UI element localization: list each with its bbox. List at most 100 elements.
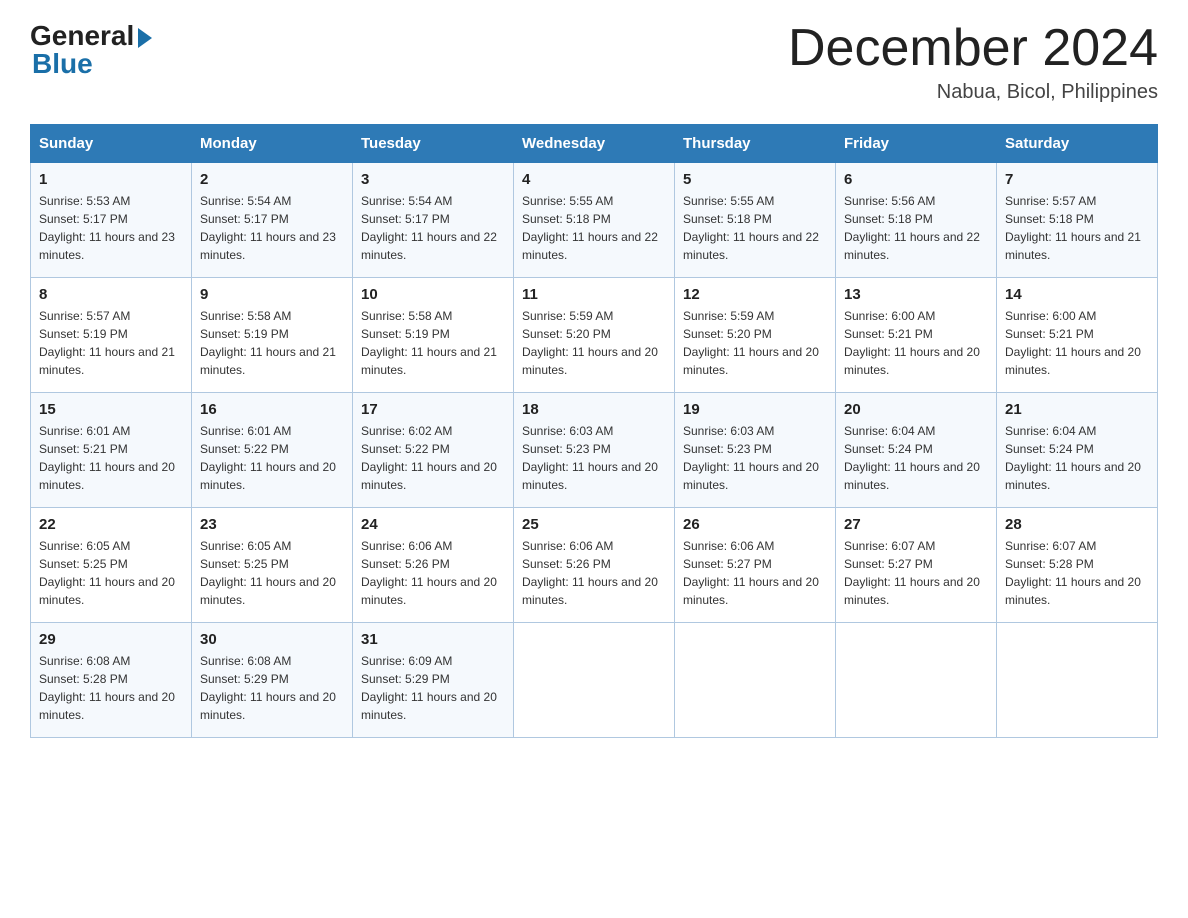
day-info: Sunrise: 6:00 AMSunset: 5:21 PMDaylight:… — [1005, 307, 1149, 379]
day-header-tuesday: Tuesday — [353, 125, 514, 163]
day-cell: 6Sunrise: 5:56 AMSunset: 5:18 PMDaylight… — [836, 163, 997, 278]
day-number: 7 — [1005, 171, 1149, 188]
day-cell: 9 Sunrise: 5:58 AMSunset: 5:19 PMDaylight… — [192, 278, 353, 393]
day-cell: 28 Sunrise: 6:07 AMSunset: 5:28 PMDayligh… — [997, 508, 1158, 623]
location-title: Nabua, Bicol, Philippines — [788, 81, 1158, 104]
day-info: Sunrise: 6:06 AMSunset: 5:27 PMDaylight:… — [683, 537, 827, 609]
day-cell: 30 Sunrise: 6:08 AMSunset: 5:29 PMDayligh… — [192, 623, 353, 738]
day-number: 5 — [683, 171, 827, 188]
day-number: 16 — [200, 401, 344, 418]
day-cell — [997, 623, 1158, 738]
day-cell: 15 Sunrise: 6:01 AMSunset: 5:21 PMDayligh… — [31, 393, 192, 508]
day-number: 28 — [1005, 516, 1149, 533]
day-number: 13 — [844, 286, 988, 303]
day-info: Sunrise: 6:07 AMSunset: 5:27 PMDaylight:… — [844, 537, 988, 609]
day-info: Sunrise: 6:03 AMSunset: 5:23 PMDaylight:… — [683, 422, 827, 494]
day-cell — [836, 623, 997, 738]
day-cell: 12 Sunrise: 5:59 AMSunset: 5:20 PMDayligh… — [675, 278, 836, 393]
logo: General Blue — [30, 20, 152, 80]
day-info: Sunrise: 5:58 AMSunset: 5:19 PMDaylight:… — [200, 307, 344, 379]
day-number: 29 — [39, 631, 183, 648]
day-header-wednesday: Wednesday — [514, 125, 675, 163]
day-cell: 27 Sunrise: 6:07 AMSunset: 5:27 PMDayligh… — [836, 508, 997, 623]
day-cell: 17 Sunrise: 6:02 AMSunset: 5:22 PMDayligh… — [353, 393, 514, 508]
day-cell: 18Sunrise: 6:03 AMSunset: 5:23 PMDayligh… — [514, 393, 675, 508]
day-cell: 16Sunrise: 6:01 AMSunset: 5:22 PMDayligh… — [192, 393, 353, 508]
day-cell: 21 Sunrise: 6:04 AMSunset: 5:24 PMDayligh… — [997, 393, 1158, 508]
day-cell: 26Sunrise: 6:06 AMSunset: 5:27 PMDayligh… — [675, 508, 836, 623]
logo-blue-text: Blue — [30, 48, 93, 80]
day-number: 27 — [844, 516, 988, 533]
day-info: Sunrise: 6:02 AMSunset: 5:22 PMDaylight:… — [361, 422, 505, 494]
day-info: Sunrise: 5:56 AMSunset: 5:18 PMDaylight:… — [844, 192, 988, 264]
day-number: 21 — [1005, 401, 1149, 418]
day-info: Sunrise: 5:59 AMSunset: 5:20 PMDaylight:… — [683, 307, 827, 379]
week-row-3: 15 Sunrise: 6:01 AMSunset: 5:21 PMDayligh… — [31, 393, 1158, 508]
day-cell: 20Sunrise: 6:04 AMSunset: 5:24 PMDayligh… — [836, 393, 997, 508]
week-row-5: 29Sunrise: 6:08 AMSunset: 5:28 PMDayligh… — [31, 623, 1158, 738]
day-number: 23 — [200, 516, 344, 533]
day-number: 15 — [39, 401, 183, 418]
day-cell: 24 Sunrise: 6:06 AMSunset: 5:26 PMDayligh… — [353, 508, 514, 623]
day-number: 8 — [39, 286, 183, 303]
day-number: 3 — [361, 171, 505, 188]
day-number: 4 — [522, 171, 666, 188]
day-info: Sunrise: 6:00 AMSunset: 5:21 PMDaylight:… — [844, 307, 988, 379]
day-info: Sunrise: 5:55 AMSunset: 5:18 PMDaylight:… — [683, 192, 827, 264]
day-info: Sunrise: 5:55 AMSunset: 5:18 PMDaylight:… — [522, 192, 666, 264]
days-header-row: SundayMondayTuesdayWednesdayThursdayFrid… — [31, 125, 1158, 163]
day-cell: 7 Sunrise: 5:57 AMSunset: 5:18 PMDaylight… — [997, 163, 1158, 278]
month-title: December 2024 — [788, 20, 1158, 77]
day-cell: 19 Sunrise: 6:03 AMSunset: 5:23 PMDayligh… — [675, 393, 836, 508]
day-info: Sunrise: 5:58 AMSunset: 5:19 PMDaylight:… — [361, 307, 505, 379]
day-cell: 4 Sunrise: 5:55 AMSunset: 5:18 PMDaylight… — [514, 163, 675, 278]
day-cell: 11 Sunrise: 5:59 AMSunset: 5:20 PMDayligh… — [514, 278, 675, 393]
calendar-table: SundayMondayTuesdayWednesdayThursdayFrid… — [30, 124, 1158, 738]
day-info: Sunrise: 5:57 AMSunset: 5:18 PMDaylight:… — [1005, 192, 1149, 264]
day-number: 24 — [361, 516, 505, 533]
day-info: Sunrise: 6:08 AMSunset: 5:29 PMDaylight:… — [200, 652, 344, 724]
day-number: 1 — [39, 171, 183, 188]
day-cell: 29Sunrise: 6:08 AMSunset: 5:28 PMDayligh… — [31, 623, 192, 738]
day-cell — [514, 623, 675, 738]
day-number: 17 — [361, 401, 505, 418]
day-header-saturday: Saturday — [997, 125, 1158, 163]
day-cell: 2Sunrise: 5:54 AMSunset: 5:17 PMDaylight… — [192, 163, 353, 278]
day-info: Sunrise: 6:04 AMSunset: 5:24 PMDaylight:… — [1005, 422, 1149, 494]
day-cell: 8 Sunrise: 5:57 AMSunset: 5:19 PMDaylight… — [31, 278, 192, 393]
day-number: 9 — [200, 286, 344, 303]
day-cell: 25Sunrise: 6:06 AMSunset: 5:26 PMDayligh… — [514, 508, 675, 623]
week-row-4: 22Sunrise: 6:05 AMSunset: 5:25 PMDayligh… — [31, 508, 1158, 623]
day-info: Sunrise: 5:57 AMSunset: 5:19 PMDaylight:… — [39, 307, 183, 379]
day-cell: 14 Sunrise: 6:00 AMSunset: 5:21 PMDayligh… — [997, 278, 1158, 393]
day-info: Sunrise: 6:09 AMSunset: 5:29 PMDaylight:… — [361, 652, 505, 724]
day-number: 30 — [200, 631, 344, 648]
day-number: 2 — [200, 171, 344, 188]
day-cell: 31 Sunrise: 6:09 AMSunset: 5:29 PMDayligh… — [353, 623, 514, 738]
page-header: General Blue December 2024 Nabua, Bicol,… — [30, 20, 1158, 104]
day-cell: 5 Sunrise: 5:55 AMSunset: 5:18 PMDaylight… — [675, 163, 836, 278]
day-info: Sunrise: 6:06 AMSunset: 5:26 PMDaylight:… — [361, 537, 505, 609]
day-cell: 22Sunrise: 6:05 AMSunset: 5:25 PMDayligh… — [31, 508, 192, 623]
day-info: Sunrise: 6:04 AMSunset: 5:24 PMDaylight:… — [844, 422, 988, 494]
day-number: 12 — [683, 286, 827, 303]
day-info: Sunrise: 6:07 AMSunset: 5:28 PMDaylight:… — [1005, 537, 1149, 609]
day-info: Sunrise: 6:03 AMSunset: 5:23 PMDaylight:… — [522, 422, 666, 494]
day-header-monday: Monday — [192, 125, 353, 163]
day-cell — [675, 623, 836, 738]
logo-triangle-icon — [138, 28, 152, 48]
day-header-friday: Friday — [836, 125, 997, 163]
day-cell: 23Sunrise: 6:05 AMSunset: 5:25 PMDayligh… — [192, 508, 353, 623]
day-info: Sunrise: 5:59 AMSunset: 5:20 PMDaylight:… — [522, 307, 666, 379]
title-block: December 2024 Nabua, Bicol, Philippines — [788, 20, 1158, 104]
day-number: 25 — [522, 516, 666, 533]
day-cell: 1Sunrise: 5:53 AMSunset: 5:17 PMDaylight… — [31, 163, 192, 278]
week-row-1: 1Sunrise: 5:53 AMSunset: 5:17 PMDaylight… — [31, 163, 1158, 278]
day-header-sunday: Sunday — [31, 125, 192, 163]
day-number: 14 — [1005, 286, 1149, 303]
day-info: Sunrise: 6:01 AMSunset: 5:21 PMDaylight:… — [39, 422, 183, 494]
week-row-2: 8 Sunrise: 5:57 AMSunset: 5:19 PMDaylight… — [31, 278, 1158, 393]
day-number: 19 — [683, 401, 827, 418]
day-number: 31 — [361, 631, 505, 648]
day-number: 11 — [522, 286, 666, 303]
